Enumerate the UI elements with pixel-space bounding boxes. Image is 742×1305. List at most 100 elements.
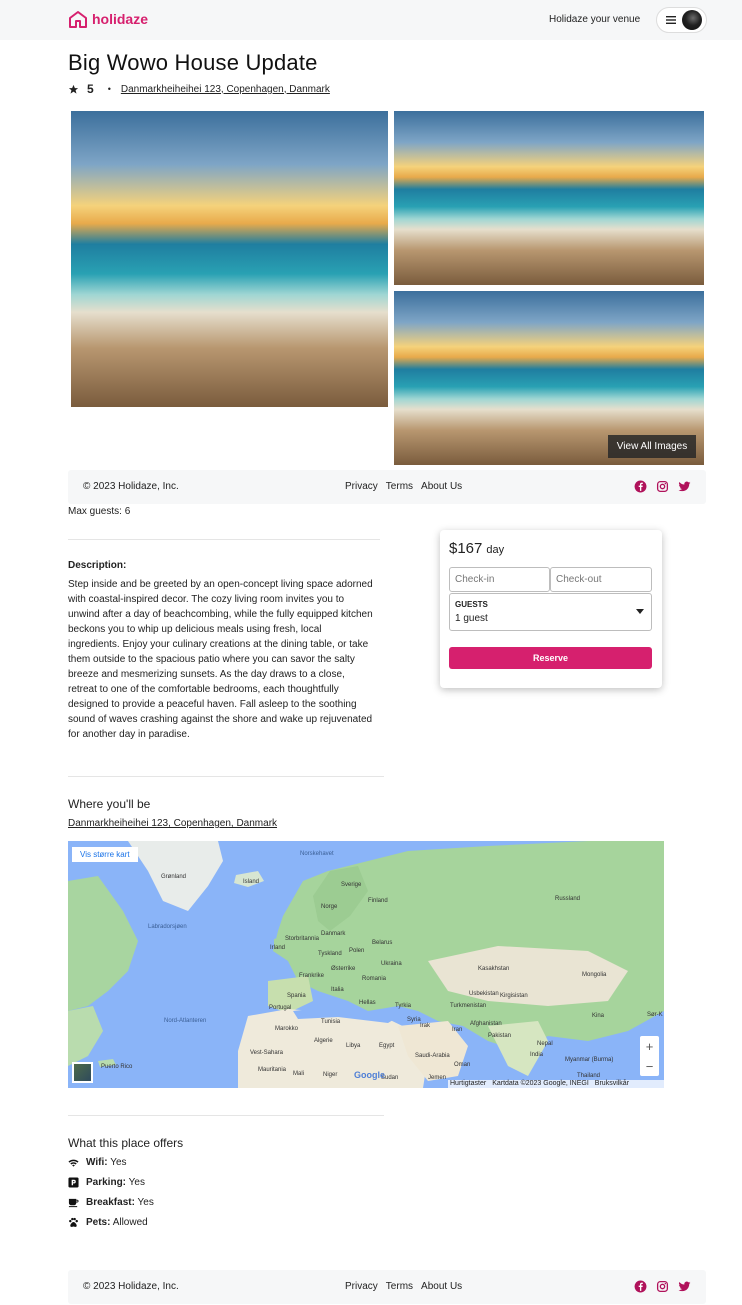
offer-item: Breakfast: Yes: [68, 1197, 154, 1208]
venue-image-main[interactable]: [71, 111, 388, 407]
footer-link-privacy[interactable]: Privacy: [345, 1281, 378, 1292]
map-attribution: Hurtigtaster Kartdata ©2023 Google, INEG…: [448, 1080, 664, 1088]
map-label: Portugal: [269, 1005, 292, 1011]
host-venue-link[interactable]: Holidaze your venue: [549, 14, 640, 25]
location-address-link[interactable]: Danmarkheiheihei 123, Copenhagen, Danmar…: [68, 818, 277, 829]
map-label: Grønland: [161, 874, 187, 880]
offer-value: Allowed: [112, 1217, 148, 1228]
house-logo-icon: [68, 10, 88, 28]
map-label: Finland: [368, 898, 388, 904]
map-shortcuts-link[interactable]: Hurtigtaster: [450, 1080, 486, 1088]
guests-value: 1 guest: [455, 613, 488, 624]
map-label: Frankrike: [299, 973, 325, 979]
page-title: Big Wowo House Update: [68, 50, 318, 75]
max-guests: Max guests: 6: [68, 506, 131, 517]
facebook-icon[interactable]: [634, 480, 647, 493]
map-label: Tyrkia: [395, 1003, 412, 1009]
caret-down-icon: [636, 609, 644, 614]
footer: © 2023 Holidaze, Inc. Privacy Terms Abou…: [68, 470, 706, 504]
footer: © 2023 Holidaze, Inc. Privacy Terms Abou…: [68, 1270, 706, 1304]
map-label: Oman: [454, 1062, 471, 1068]
map-terms-link[interactable]: Bruksvilkår: [595, 1080, 629, 1088]
instagram-icon[interactable]: [656, 1280, 669, 1293]
divider: [68, 539, 380, 540]
map-label: Algerie: [314, 1038, 333, 1044]
map-label: Puerto Rico: [101, 1064, 133, 1070]
booking-card: $167 day Check-in Check-out GUESTS 1 gue…: [440, 530, 662, 688]
map-label: Norskehavet: [300, 851, 334, 857]
map-label: Egypt: [379, 1043, 395, 1049]
offer-item: Wifi: Yes: [68, 1157, 127, 1168]
coffee-icon: [68, 1197, 79, 1208]
map-label: Spania: [287, 993, 306, 999]
map-label: Nepal: [537, 1041, 553, 1047]
map-label: Labradorsjøen: [148, 924, 187, 930]
footer-link-terms[interactable]: Terms: [386, 481, 413, 492]
view-larger-map-link[interactable]: Vis større kart: [72, 847, 138, 862]
user-menu-button[interactable]: [656, 7, 707, 33]
description-text: Step inside and be greeted by an open-co…: [68, 579, 373, 740]
meta-separator: •: [107, 84, 111, 94]
map-label: Vest-Sahara: [250, 1050, 284, 1056]
offers-title: What this place offers: [68, 1136, 184, 1150]
avatar: [682, 10, 702, 30]
offer-value: Yes: [137, 1197, 154, 1208]
map-label: Sør-K: [647, 1012, 663, 1018]
twitter-icon[interactable]: [678, 480, 691, 493]
price: $167 day: [449, 540, 504, 557]
footer-socials: [634, 480, 691, 493]
venue-address-link[interactable]: Danmarkheiheihei 123, Copenhagen, Danmar…: [121, 84, 330, 95]
offer-item: Parking: Yes: [68, 1177, 145, 1188]
top-navbar: holidaze Holidaze your venue: [0, 0, 742, 40]
paw-icon: [68, 1217, 79, 1228]
zoom-out-button[interactable]: −: [646, 1059, 654, 1074]
zoom-in-button[interactable]: +: [646, 1039, 654, 1054]
offer-label: Pets:: [86, 1217, 111, 1228]
footer-link-privacy[interactable]: Privacy: [345, 481, 378, 492]
map-label: Belarus: [372, 940, 393, 946]
map-label: Storbritannia: [285, 936, 320, 942]
footer-socials: [634, 1280, 691, 1293]
offer-item: Pets: Allowed: [68, 1217, 148, 1228]
map-label: Thailand: [577, 1073, 601, 1079]
footer-link-about[interactable]: About Us: [421, 1281, 462, 1292]
divider: [68, 776, 384, 777]
map-label: Hellas: [359, 1000, 376, 1006]
twitter-icon[interactable]: [678, 1280, 691, 1293]
map-label: Nord-Atlanteren: [164, 1018, 207, 1024]
map-label: Russland: [555, 896, 581, 902]
reserve-button[interactable]: Reserve: [449, 647, 652, 669]
map-zoom-controls: + −: [640, 1036, 659, 1076]
footer-links: Privacy Terms About Us: [345, 1281, 462, 1292]
map-label: Saudi-Arabia: [415, 1053, 450, 1059]
footer-link-about[interactable]: About Us: [421, 481, 462, 492]
guests-select[interactable]: GUESTS 1 guest: [449, 593, 652, 631]
location-title: Where you'll be: [68, 797, 151, 811]
map-label: India: [530, 1052, 544, 1058]
map-label: Pakistan: [488, 1033, 512, 1039]
map-land: [68, 841, 664, 1088]
map-label: Østerrike: [331, 966, 356, 972]
map[interactable]: Grønland Island Sverige Finland Norge Ru…: [68, 841, 664, 1088]
satellite-toggle[interactable]: [72, 1062, 93, 1083]
map-label: Polen: [349, 948, 365, 954]
rating-value: 5: [87, 82, 94, 96]
brand-name: holidaze: [92, 11, 149, 27]
footer-copyright: © 2023 Holidaze, Inc.: [83, 1281, 179, 1292]
map-label: Ukraina: [381, 961, 402, 967]
brand-logo[interactable]: holidaze: [68, 10, 148, 28]
map-label: Italia: [331, 987, 344, 993]
parking-icon: [68, 1177, 79, 1188]
facebook-icon[interactable]: [634, 1280, 647, 1293]
map-label: Sverige: [341, 882, 362, 888]
map-label: Norge: [321, 904, 338, 910]
instagram-icon[interactable]: [656, 480, 669, 493]
checkout-input[interactable]: Check-out: [550, 567, 652, 592]
footer-link-terms[interactable]: Terms: [386, 1281, 413, 1292]
offer-label: Breakfast:: [86, 1197, 135, 1208]
divider: [68, 1115, 384, 1116]
map-label: Niger: [323, 1072, 338, 1078]
checkin-input[interactable]: Check-in: [449, 567, 550, 592]
view-all-images-button[interactable]: View All Images: [608, 435, 696, 458]
venue-image-secondary[interactable]: [394, 111, 704, 285]
